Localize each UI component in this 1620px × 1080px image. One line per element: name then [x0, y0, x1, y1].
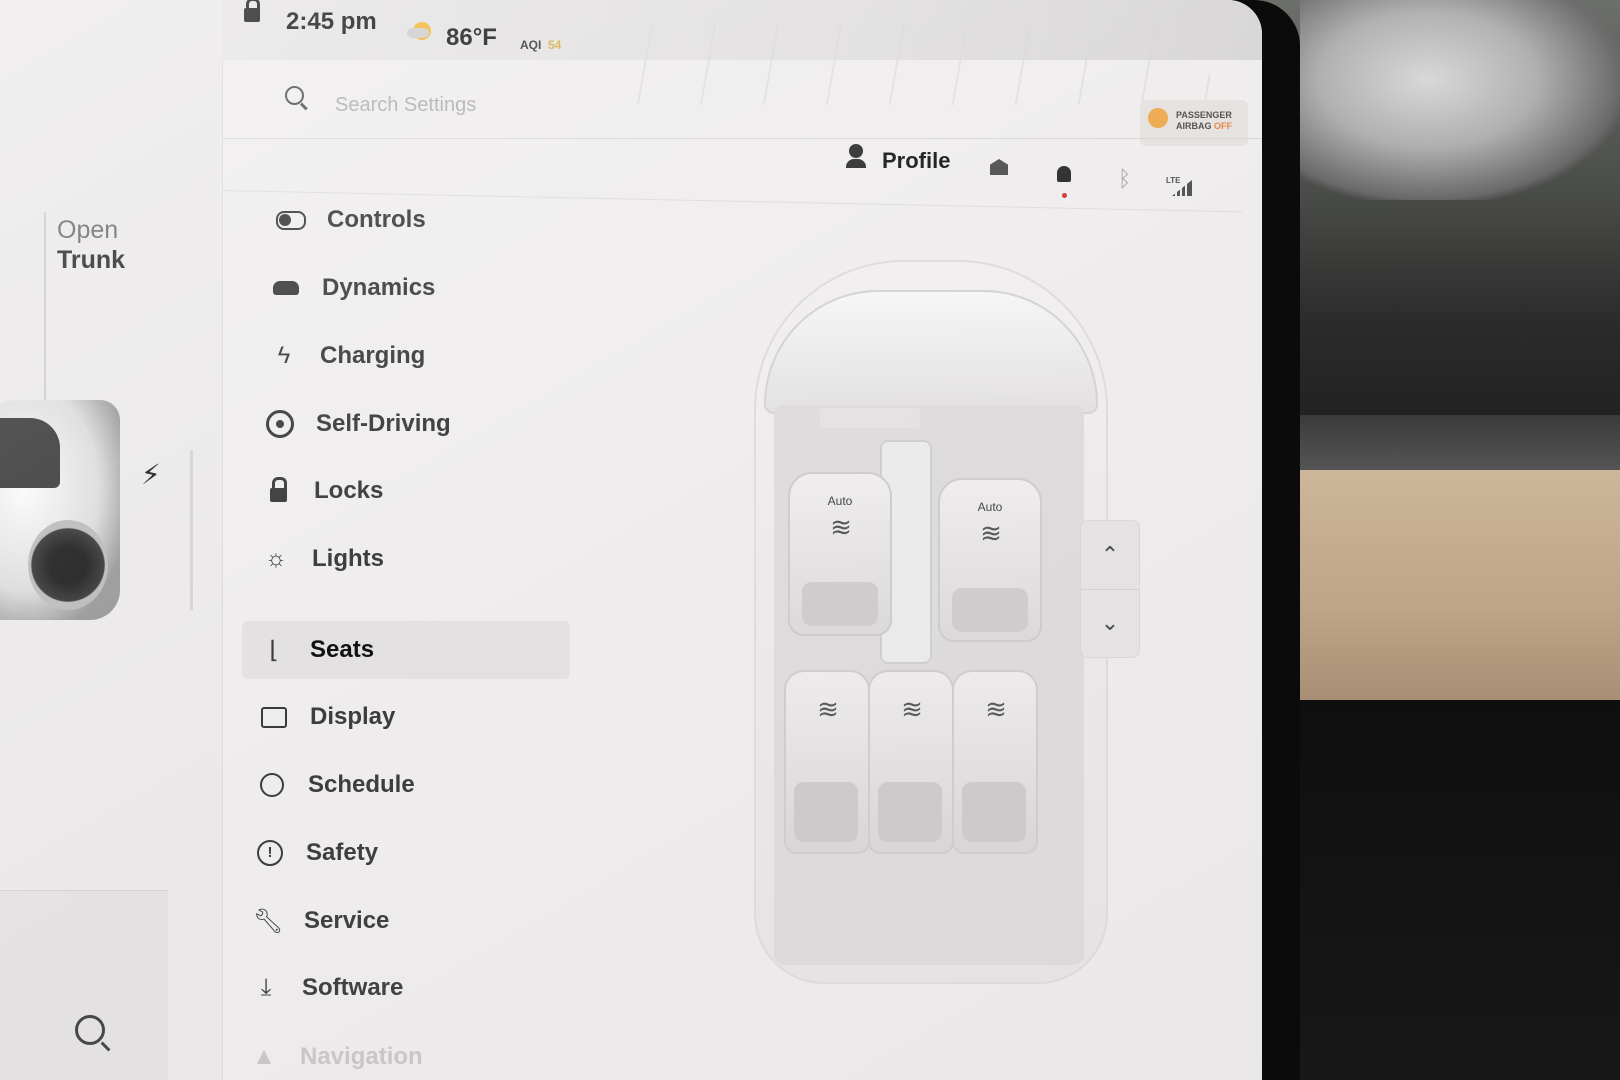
seat-icon: ⌊ [269, 636, 279, 664]
clock-icon [256, 769, 288, 801]
trunk-indicator-line [44, 212, 46, 402]
lower-dash [1250, 700, 1620, 1080]
seat-scroll-controls: ⌃ ⌄ [1080, 520, 1140, 658]
menu-label: Service [304, 907, 390, 934]
menu-item-self-driving[interactable]: Self-Driving [264, 395, 554, 453]
chevron-down-icon[interactable]: ⌄ [1081, 589, 1139, 657]
chevron-up-icon[interactable]: ⌃ [1081, 521, 1139, 590]
wood-dashboard [1270, 470, 1620, 700]
charge-bolt-icon[interactable]: ⚡ [141, 458, 161, 491]
lock-icon[interactable] [244, 0, 260, 22]
outside-temperature: 86°F [446, 24, 497, 51]
seat-heat-icon: ≋ [830, 512, 852, 542]
search-settings-input[interactable] [333, 93, 837, 118]
passenger-seat-heater[interactable]: Auto ≋ [938, 478, 1042, 642]
profile-icon[interactable] [846, 144, 866, 168]
lte-label: LTE [1166, 176, 1181, 185]
menu-label: Schedule [308, 771, 415, 798]
menu-label: Lights [312, 545, 384, 572]
garage-icon[interactable] [990, 159, 1008, 175]
airbag-line1: PASSENGER [1176, 110, 1232, 120]
seat-cushion [802, 582, 878, 626]
driver-seat-mode: Auto [827, 494, 853, 508]
rear-right-seat-heater[interactable]: ≋ [952, 670, 1038, 854]
clock-time: 2:45 pm [286, 8, 377, 35]
aqi-label: AQI [520, 38, 542, 52]
menu-item-dynamics[interactable]: Dynamics [270, 259, 555, 317]
menu-label: Controls [327, 206, 426, 233]
open-trunk-label: Open [57, 216, 119, 244]
menu-label: Safety [306, 839, 379, 866]
seat-cushion [878, 782, 942, 842]
menu-label: Navigation [300, 1043, 423, 1070]
rear-center-seat-heater[interactable]: ≋ [868, 670, 954, 854]
left-search-area [0, 890, 168, 1080]
seat-heat-icon: ≋ [817, 694, 839, 724]
menu-item-schedule[interactable]: Schedule [256, 756, 546, 814]
weather-icon [407, 22, 431, 40]
open-trunk-button[interactable]: Open Trunk [57, 215, 125, 275]
bluetooth-icon[interactable]: ᛒ [1118, 166, 1131, 192]
divider [222, 138, 1262, 139]
toggle-icon [275, 204, 307, 236]
menu-item-controls[interactable]: Controls [275, 191, 555, 249]
menu-item-seats[interactable]: ⌊ Seats [242, 621, 570, 679]
panel-scroll-track [190, 450, 193, 610]
airbag-text: PASSENGER AIRBAG OFF [1176, 110, 1232, 132]
trunk-label: Trunk [57, 246, 126, 274]
notification-dot [1062, 193, 1067, 198]
menu-item-charging[interactable]: ϟ Charging [268, 327, 553, 385]
menu-label: Dynamics [322, 274, 436, 301]
car-status-panel: Open Trunk ⚡ [0, 0, 223, 1080]
seat-heat-icon: ≋ [980, 518, 1002, 548]
seat-cushion [794, 782, 858, 842]
steering-wheel-icon [264, 408, 296, 440]
menu-item-locks[interactable]: Locks [262, 462, 552, 520]
seat-heat-icon: ≋ [901, 694, 923, 724]
menu-item-display[interactable]: Display [258, 688, 548, 746]
menu-label: Seats [310, 636, 375, 663]
lightning-icon: ϟ [277, 342, 291, 369]
aqi-value: 54 [548, 38, 562, 52]
wrench-icon: 🔧︎ [252, 907, 284, 935]
seat-cushion [962, 782, 1026, 842]
profile-button[interactable]: Profile [882, 148, 950, 174]
touchscreen: Open Trunk ⚡ 2:45 pm 86°F AQI 54 PASSENG… [0, 0, 1262, 1080]
car-icon [270, 272, 302, 304]
lock-icon [262, 475, 294, 507]
navigation-icon: ▲ [252, 1043, 276, 1070]
search-icon [285, 86, 304, 105]
menu-label: Self-Driving [316, 410, 451, 437]
menu-item-lights[interactable]: ☼ Lights [260, 530, 550, 588]
passenger-airbag-badge: PASSENGER AIRBAG OFF [1140, 100, 1248, 146]
light-icon: ☼ [265, 545, 287, 572]
display-icon [258, 701, 290, 733]
menu-label: Display [310, 703, 396, 730]
dash-console [820, 408, 920, 428]
car-window [0, 418, 60, 488]
menu-label: Software [302, 974, 404, 1001]
airbag-line2: AIRBAG OFF [1176, 121, 1233, 131]
seat-heat-icon: ≋ [985, 694, 1007, 724]
background-car [1300, 0, 1620, 200]
menu-label: Locks [314, 477, 384, 504]
menu-item-software[interactable]: ⤓ Software [250, 959, 540, 1017]
menu-item-service[interactable]: 🔧︎ Service [252, 892, 542, 950]
menu-label: Charging [320, 342, 426, 369]
bell-icon[interactable] [1057, 166, 1071, 182]
driver-seat-heater[interactable]: Auto ≋ [788, 472, 892, 636]
airbag-icon [1148, 108, 1168, 128]
search-icon[interactable] [75, 1015, 105, 1045]
download-icon: ⤓ [260, 974, 272, 1001]
seat-cushion [952, 588, 1028, 632]
car-wheel [28, 520, 108, 610]
menu-item-navigation[interactable]: ▲ Navigation [248, 1028, 538, 1080]
passenger-seat-mode: Auto [977, 500, 1003, 514]
dashboard-trim [1270, 415, 1620, 475]
rear-left-seat-heater[interactable]: ≋ [784, 670, 870, 854]
menu-item-safety[interactable]: ! Safety [254, 824, 544, 882]
alert-icon: ! [254, 837, 286, 869]
